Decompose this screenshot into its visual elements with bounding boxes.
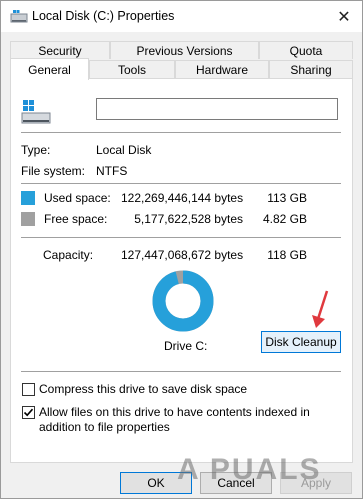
tab-sharing[interactable]: Sharing bbox=[269, 60, 353, 78]
type-value: Local Disk bbox=[96, 143, 152, 157]
file-system-value: NTFS bbox=[96, 164, 128, 178]
drive-label: Drive C: bbox=[164, 339, 208, 353]
usage-donut-chart bbox=[152, 270, 214, 332]
title-bar: Local Disk (C:) Properties ✕ bbox=[1, 1, 362, 32]
disk-cleanup-label: Disk Cleanup bbox=[265, 335, 337, 349]
free-space-size: 4.82 GB bbox=[262, 212, 307, 226]
tab-label: Hardware bbox=[195, 62, 249, 77]
tab-hardware[interactable]: Hardware bbox=[175, 60, 269, 78]
compress-label: Compress this drive to save disk space bbox=[39, 382, 248, 396]
separator bbox=[21, 371, 341, 372]
tab-security[interactable]: Security bbox=[10, 41, 110, 59]
free-space-label: Free space: bbox=[44, 212, 108, 226]
capacity-size: 118 GB bbox=[267, 248, 307, 262]
tab-label: Quota bbox=[289, 43, 323, 58]
close-icon: ✕ bbox=[337, 8, 351, 26]
disk-cleanup-button[interactable]: Disk Cleanup bbox=[261, 331, 341, 353]
properties-window: Local Disk (C:) Properties ✕ Security Pr… bbox=[0, 0, 363, 499]
index-label: Allow files on this drive to have conten… bbox=[39, 405, 310, 434]
tab-general[interactable]: General bbox=[10, 58, 89, 80]
index-checkbox[interactable] bbox=[22, 406, 35, 419]
watermark-logo: A PUALS bbox=[177, 453, 322, 486]
window-title: Local Disk (C:) Properties bbox=[32, 9, 175, 23]
tab-previous-versions[interactable]: Previous Versions bbox=[110, 41, 259, 59]
used-space-label: Used space: bbox=[44, 191, 111, 205]
ok-label: OK bbox=[147, 476, 165, 490]
separator bbox=[21, 237, 341, 238]
compress-checkbox[interactable] bbox=[22, 383, 35, 396]
general-panel: Type: Local Disk File system: NTFS Used … bbox=[10, 78, 353, 463]
type-label: Type: bbox=[21, 143, 51, 157]
free-space-swatch bbox=[21, 212, 35, 226]
tab-label: Sharing bbox=[290, 62, 332, 77]
tab-quota[interactable]: Quota bbox=[259, 41, 353, 59]
checkmark-icon bbox=[23, 408, 34, 417]
tab-tools[interactable]: Tools bbox=[89, 60, 175, 78]
drive-icon bbox=[10, 10, 28, 23]
used-space-swatch bbox=[21, 191, 35, 205]
tab-label: Security bbox=[38, 43, 82, 58]
tab-label: Previous Versions bbox=[136, 43, 233, 58]
separator bbox=[21, 183, 341, 184]
capacity-label: Capacity: bbox=[43, 248, 94, 262]
file-system-label: File system: bbox=[21, 164, 86, 178]
local-disk-icon bbox=[21, 100, 51, 124]
close-button[interactable]: ✕ bbox=[326, 1, 362, 32]
used-space-bytes: 122,269,446,144 bytes bbox=[121, 191, 244, 205]
used-space-size: 113 GB bbox=[267, 191, 307, 205]
tab-label: Tools bbox=[117, 62, 146, 77]
tab-label: General bbox=[28, 62, 71, 77]
free-space-bytes: 5,177,622,528 bytes bbox=[134, 212, 243, 226]
drive-name-input[interactable] bbox=[96, 98, 338, 120]
separator bbox=[21, 132, 341, 133]
red-arrow-annotation bbox=[312, 290, 329, 328]
donut-used-segment bbox=[152, 270, 214, 332]
capacity-bytes: 127,447,068,672 bytes bbox=[121, 248, 244, 262]
